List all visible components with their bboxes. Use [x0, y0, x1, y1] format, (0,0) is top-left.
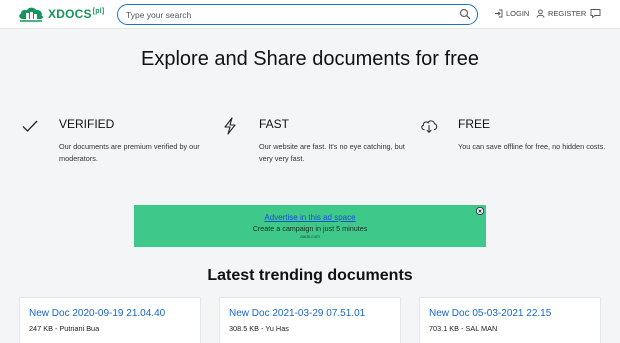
ad-subtitle: Create a campaign in just 5 minutes: [252, 224, 368, 233]
page-title: Explore and Share documents for free: [141, 48, 479, 70]
chat-icon[interactable]: [590, 8, 601, 19]
document-title-link[interactable]: New Doc 05-03-2021 22.15: [429, 308, 551, 319]
section-title: Latest trending documents: [207, 267, 413, 284]
register-label: REGISTER: [548, 9, 587, 18]
feature-title: FREE: [458, 117, 491, 131]
search-icon[interactable]: [459, 8, 471, 20]
document-card[interactable]: New Doc 2020-09-19 21.04.40 247 KB - Put…: [19, 297, 201, 343]
top-navbar: XDOCS[pl] LOGIN REGISTER: [0, 0, 620, 29]
cloud-download-icon: [421, 120, 438, 134]
user-icon: [536, 9, 545, 18]
register-link[interactable]: REGISTER: [536, 9, 586, 18]
search-box: [117, 4, 478, 25]
close-icon[interactable]: [476, 207, 484, 215]
cloud-logo-icon: [19, 7, 43, 22]
document-meta: 247 KB - Putriani Bua: [29, 324, 100, 333]
checkmark-icon: [22, 120, 38, 132]
logo-text: XDOCS[pl]: [48, 7, 105, 21]
site-logo[interactable]: XDOCS[pl]: [17, 4, 104, 24]
ad-source: aads.com: [300, 234, 320, 239]
login-icon: [495, 9, 503, 18]
lightning-icon: [224, 117, 236, 135]
document-card[interactable]: New Doc 2021-03-29 07.51.01 308.5 KB - Y…: [219, 297, 401, 343]
ad-link[interactable]: Advertise in this ad space: [134, 213, 486, 222]
feature-title: VERIFIED: [59, 117, 115, 131]
page: XDOCS[pl] LOGIN REGISTER: [0, 0, 620, 343]
logo-suffix: [pl]: [92, 8, 105, 15]
login-link[interactable]: LOGIN: [494, 9, 529, 18]
document-title-link[interactable]: New Doc 2021-03-29 07.51.01: [229, 308, 365, 319]
search-input[interactable]: [126, 7, 456, 22]
ad-banner[interactable]: Advertise in this ad space Create a camp…: [134, 205, 486, 247]
document-title-link[interactable]: New Doc 2020-09-19 21.04.40: [29, 308, 165, 319]
document-meta: 703.1 KB - SAL MAN: [429, 324, 498, 333]
feature-description: You can save offline for free, no hidden…: [458, 142, 606, 151]
document-card[interactable]: New Doc 05-03-2021 22.15 703.1 KB - SAL …: [419, 297, 601, 343]
feature-title: FAST: [259, 117, 290, 131]
feature-description: Our documents are premium verified by ou…: [59, 142, 200, 163]
login-label: LOGIN: [506, 9, 530, 18]
document-meta: 308.5 KB - Yu Has: [229, 324, 289, 333]
feature-description: Our website are fast. It's no eye catchi…: [259, 142, 405, 163]
